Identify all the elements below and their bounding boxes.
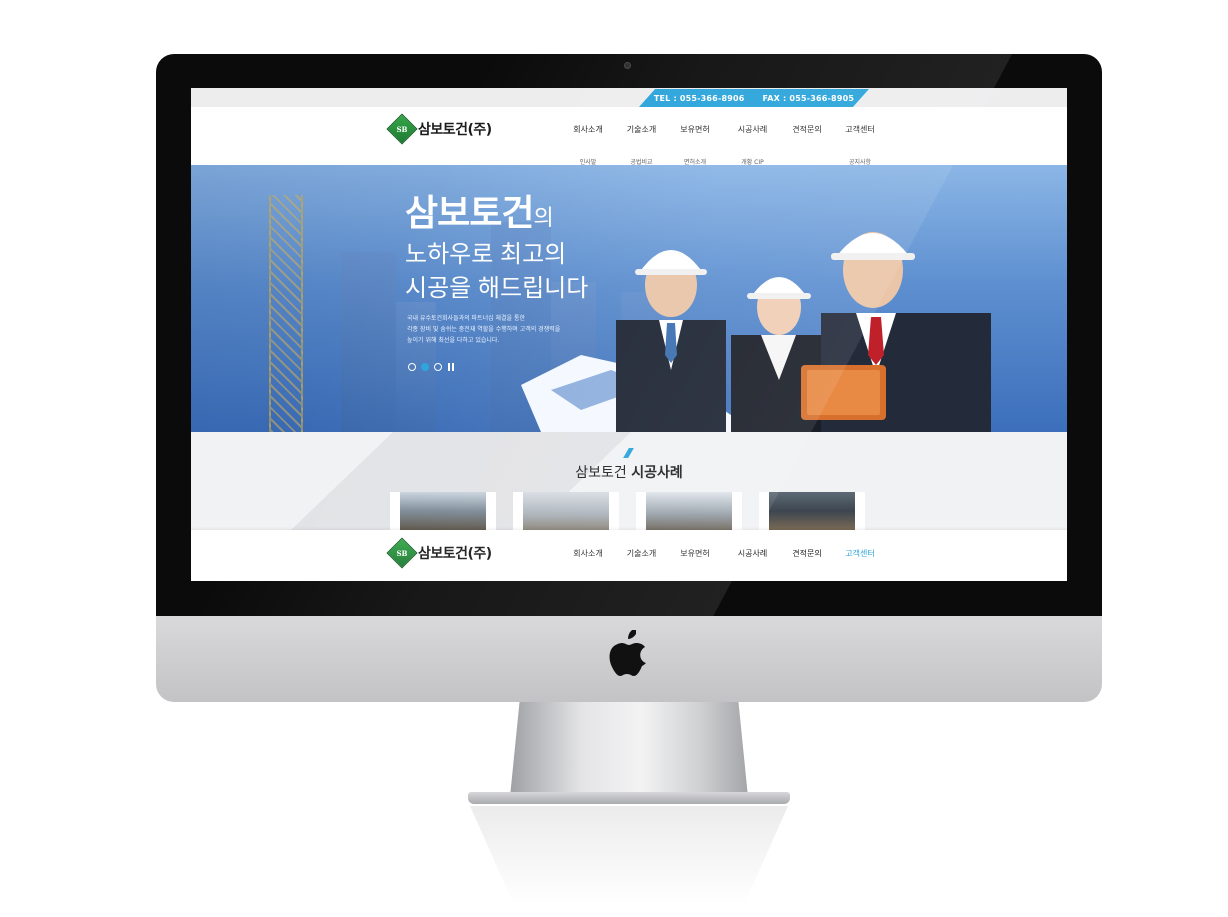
sticky-nav: 회사소개 기술소개 보유면허 시공사례 견적문의 고객센터: [561, 548, 889, 559]
brand-name: 삼보토건(주): [418, 546, 492, 562]
imac-stand: [510, 702, 748, 797]
case-thumbnail[interactable]: [759, 492, 865, 532]
logo-diamond-icon: SB: [386, 113, 418, 145]
brand-logo[interactable]: SB 삼보토건(주): [386, 113, 492, 145]
nav-estimate[interactable]: 견적문의: [783, 124, 831, 135]
imac-base: [468, 792, 790, 804]
logo-mark-text: SB: [396, 548, 408, 558]
case-thumbnail[interactable]: [390, 492, 496, 532]
sticky-nav-company[interactable]: 회사소개: [561, 548, 615, 559]
slider-pagination: [408, 363, 455, 371]
hero-brand: 삼보토건: [405, 192, 534, 233]
nav-license[interactable]: 보유면허: [668, 124, 722, 135]
fax-text: FAX : 055-366-8905: [762, 93, 855, 103]
hero-desc-line: 각종 장비 및 숨쉬는 충전재 역할을 수행하며 고객의 경쟁력을: [407, 326, 561, 333]
website-screen: TEL : 055-366-8906 FAX : 055-366-8905 SB…: [191, 88, 1067, 581]
hero-description: 국내 유수토건회사들과의 파트너십 체결을 통한 각종 장비 및 숨쉬는 충전재…: [407, 313, 597, 346]
accent-mark: [623, 448, 634, 458]
hero-line-3: 시공을 해드립니다: [405, 275, 589, 302]
site-header: SB 삼보토건(주) 회사소개 기술소개 보유면허 시공사례 견적문의 고객센터…: [191, 107, 1067, 166]
nav-customer[interactable]: 고객센터: [831, 124, 889, 135]
camera-icon: [624, 62, 631, 69]
sticky-nav-customer[interactable]: 고객센터: [831, 548, 889, 559]
contact-banner: TEL : 055-366-8906 FAX : 055-366-8905: [639, 89, 869, 107]
apple-logo-icon: [609, 630, 646, 676]
hero-line-2: 노하우로 최고의: [405, 241, 567, 268]
sticky-nav-license[interactable]: 보유면허: [668, 548, 722, 559]
hero-slider: 삼보토건의 노하우로 최고의 시공을 해드립니다 국내 유수토건회사들과의 파트…: [191, 165, 1067, 432]
cases-title: 삼보토건 시공사례: [575, 465, 683, 481]
brand-name: 삼보토건(주): [418, 122, 492, 138]
hero-desc-line: 높이기 위해 최선을 다하고 있습니다.: [407, 337, 500, 344]
case-thumbnail[interactable]: [636, 492, 742, 532]
sticky-header: SB 삼보토건(주) 회사소개 기술소개 보유면허 시공사례 견적문의 고객센터: [191, 530, 1067, 581]
nav-technology[interactable]: 기술소개: [615, 124, 668, 135]
sticky-nav-technology[interactable]: 기술소개: [615, 548, 668, 559]
nav-company[interactable]: 회사소개: [561, 124, 615, 135]
logo-mark-text: SB: [396, 124, 408, 134]
top-bar: TEL : 055-366-8906 FAX : 055-366-8905: [191, 88, 1067, 107]
sticky-nav-cases[interactable]: 시공사례: [722, 548, 783, 559]
tel-text: TEL : 055-366-8906: [653, 93, 745, 103]
slide-dot[interactable]: [408, 363, 416, 371]
case-thumbnail[interactable]: [513, 492, 619, 532]
pause-icon[interactable]: [447, 363, 455, 371]
hero-headline: 삼보토건의 노하우로 최고의 시공을 해드립니다: [405, 193, 588, 306]
main-nav: 회사소개 기술소개 보유면허 시공사례 견적문의 고객센터 인사말 공법비교 면…: [561, 124, 889, 166]
logo-diamond-icon: SB: [386, 537, 418, 569]
sticky-nav-estimate[interactable]: 견적문의: [783, 548, 831, 559]
brand-logo[interactable]: SB 삼보토건(주): [386, 537, 492, 569]
slide-dot[interactable]: [434, 363, 442, 371]
stand-reflection: [470, 806, 788, 906]
nav-cases[interactable]: 시공사례: [722, 124, 783, 135]
case-thumbnails: [390, 492, 865, 532]
hero-desc-line: 국내 유수토건회사들과의 파트너십 체결을 통한: [407, 315, 526, 322]
hero-brand-suffix: 의: [533, 205, 553, 230]
slide-dot-active[interactable]: [421, 363, 429, 371]
